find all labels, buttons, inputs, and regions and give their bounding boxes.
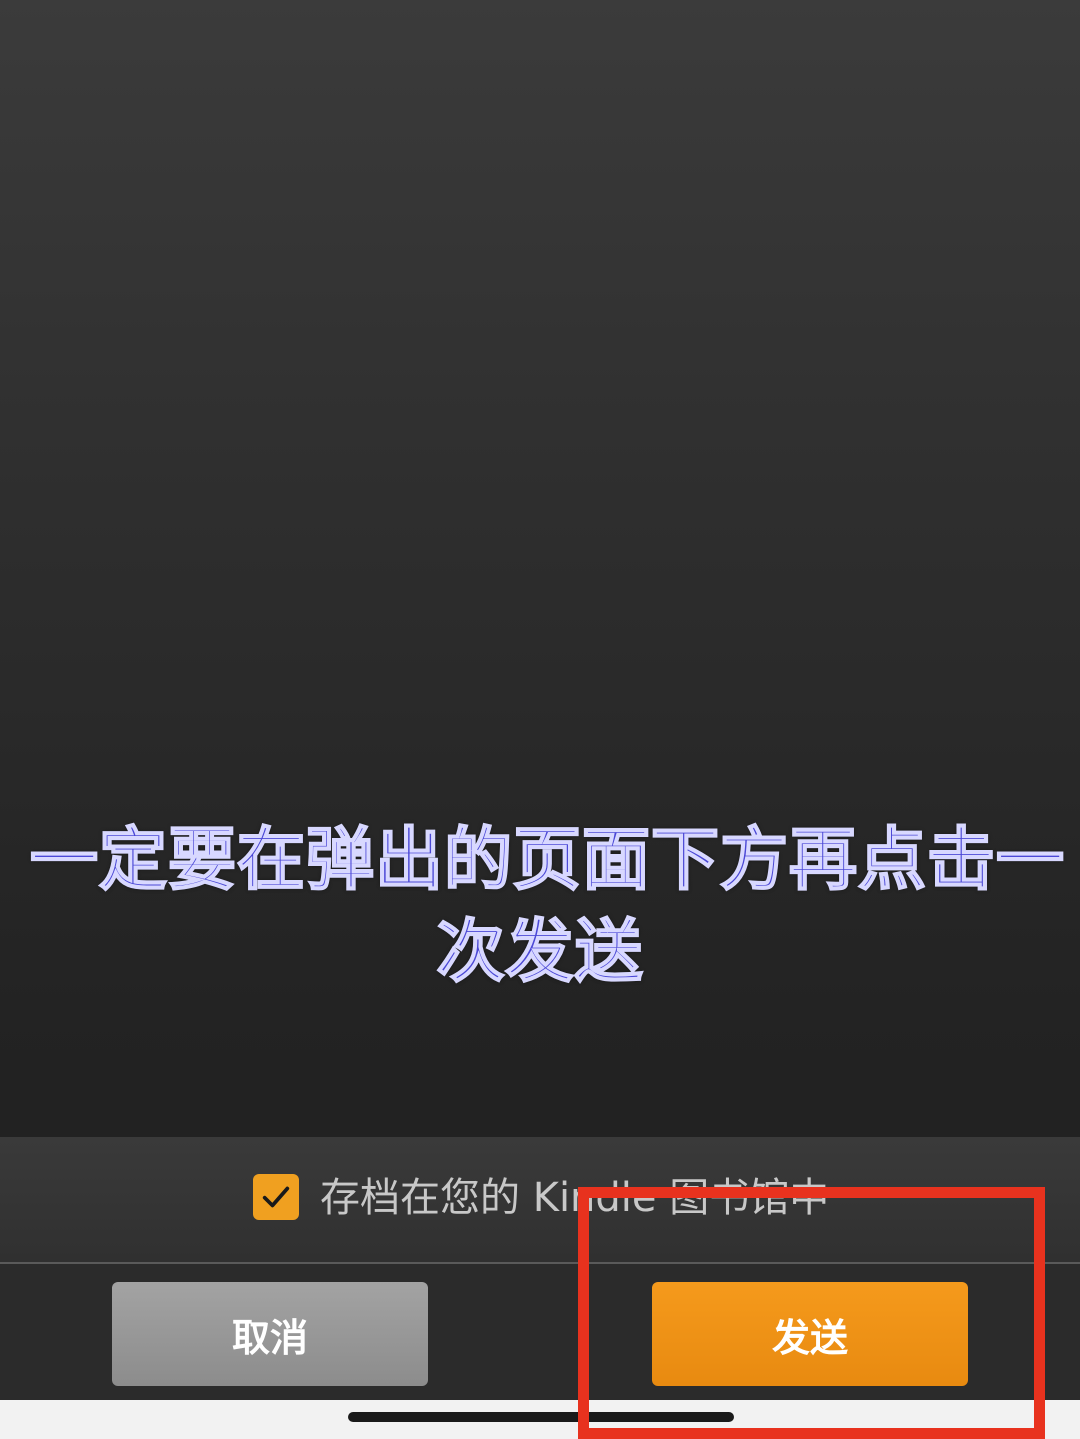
checkmark-icon [262, 1186, 290, 1208]
cancel-button[interactable]: 取消 [112, 1282, 428, 1386]
archive-checkbox[interactable] [253, 1174, 299, 1220]
kindle-share-screen: 一定要在弹出的页面下方再点击一 次发送 存档在您的 Kindle 图书馆中 取消… [0, 0, 1080, 1439]
archive-option-row[interactable]: 存档在您的 Kindle 图书馆中 [0, 1137, 1080, 1264]
archive-option-label: 存档在您的 Kindle 图书馆中 [320, 1175, 830, 1221]
send-panel: 存档在您的 Kindle 图书馆中 取消 发送 [0, 1137, 1080, 1439]
send-button[interactable]: 发送 [652, 1282, 968, 1386]
caption-line-1: 一定要在弹出的页面下方再点击一 [29, 820, 1066, 901]
instruction-caption: 一定要在弹出的页面下方再点击一 次发送 [29, 815, 1066, 999]
caption-line-2: 次发送 [435, 912, 644, 993]
home-indicator[interactable] [348, 1412, 734, 1422]
